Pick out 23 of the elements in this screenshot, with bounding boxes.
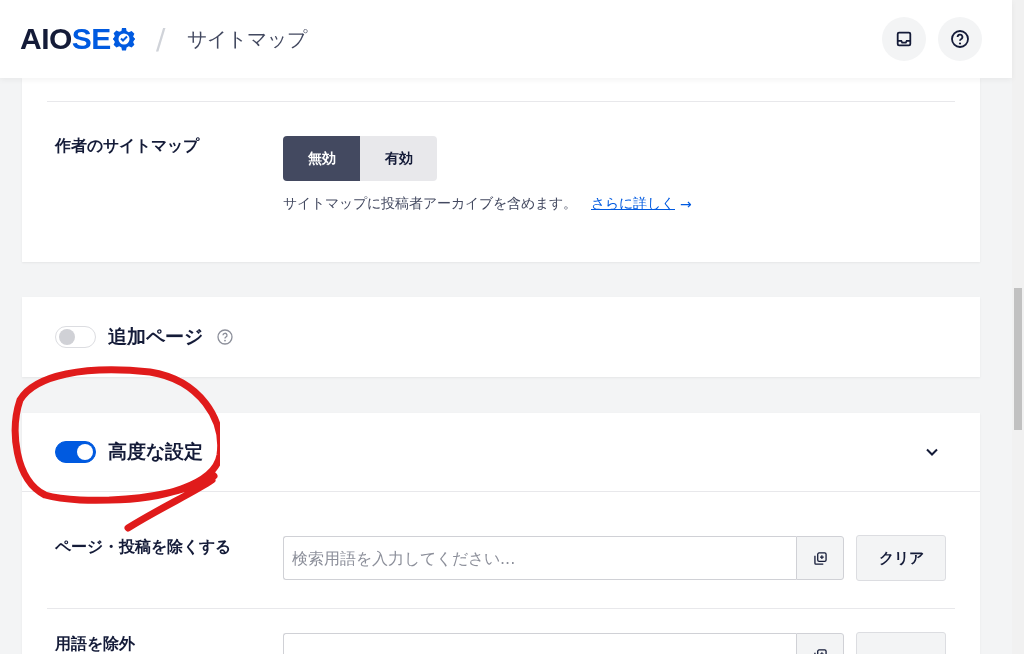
help-icon[interactable] — [217, 329, 233, 345]
help-button[interactable] — [938, 17, 982, 61]
inbox-button[interactable] — [882, 17, 926, 61]
help-icon — [950, 29, 970, 49]
toggle-switch[interactable] — [55, 441, 96, 463]
logo: AIOSE — [20, 22, 136, 56]
section-title: 高度な設定 — [108, 439, 203, 464]
arrow-icon: → — [680, 196, 692, 212]
inbox-icon — [895, 30, 913, 48]
search-field[interactable]: 検索用語を入力してください... — [283, 536, 796, 580]
breadcrumb-separator: / — [155, 22, 166, 56]
toggle-option[interactable]: 有効 — [360, 136, 437, 181]
section-title: 追加ページ — [108, 324, 203, 349]
clear-button[interactable]: クリア — [856, 535, 946, 581]
page-title: サイトマップ — [187, 25, 308, 53]
setting-label: ページ・投稿を除くする — [55, 536, 232, 558]
setting-label: 作者のサイトマップ — [55, 136, 201, 157]
setting-description: サイトマップに投稿者アーカイブを含めます。 — [283, 195, 577, 213]
toggle-option[interactable]: 無効 — [283, 136, 360, 181]
add-icon[interactable] — [796, 536, 844, 580]
learn-more-link[interactable]: さらに詳しく — [591, 195, 675, 213]
setting-label: 用語を除外 — [55, 633, 136, 654]
scrollbar[interactable] — [1012, 0, 1024, 654]
